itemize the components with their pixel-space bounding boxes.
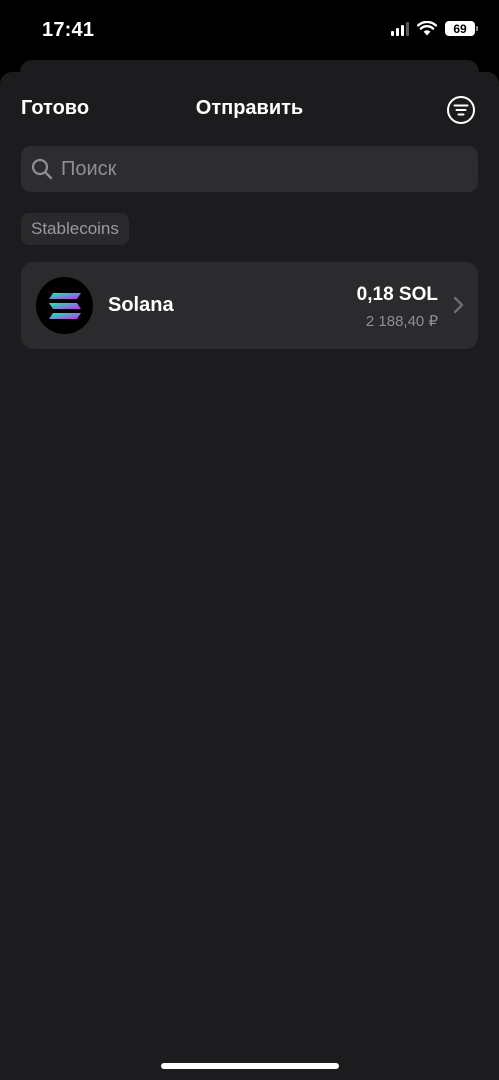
- search-input[interactable]: [61, 157, 478, 181]
- token-amount: 0,18 SOL: [356, 284, 438, 305]
- chevron-right-icon: [453, 296, 464, 314]
- status-bar: 17:41 69: [0, 0, 499, 62]
- token-row-solana[interactable]: Solana 0,18 SOL 2 188,40 ₽: [21, 262, 478, 349]
- token-name: Solana: [108, 294, 174, 316]
- solana-logo-icon: [36, 277, 93, 334]
- filter-icon[interactable]: [446, 95, 476, 125]
- done-button[interactable]: Готово: [21, 97, 89, 120]
- cellular-signal-icon: [391, 21, 409, 36]
- token-fiat-value: 2 188,40 ₽: [365, 313, 438, 330]
- status-time: 17:41: [42, 19, 95, 41]
- search-icon: [31, 158, 53, 180]
- status-icons: 69: [391, 21, 478, 36]
- section-chip-stablecoins[interactable]: Stablecoins: [21, 213, 129, 245]
- search-bar[interactable]: [21, 146, 478, 192]
- wifi-icon: [417, 21, 437, 36]
- battery-icon: 69: [445, 21, 478, 36]
- home-indicator[interactable]: [161, 1063, 339, 1069]
